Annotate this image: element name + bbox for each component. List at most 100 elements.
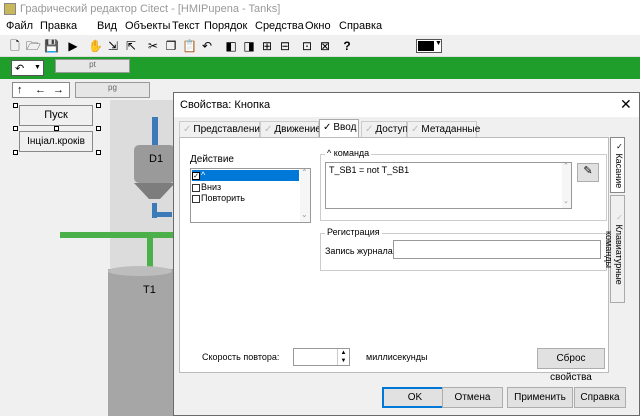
check-icon: ✓ xyxy=(365,124,374,135)
spin-down-icon[interactable]: ▼ xyxy=(338,357,349,365)
action-list-scrollbar[interactable]: ⌃ ⌄ xyxy=(300,168,310,222)
command-group: ^ команда T_SB1 = not T_SB1 ⌃ ⌄ ✎ xyxy=(320,148,607,221)
properties-dialog: Свойства: Кнопка ✕ ✓ Представление ✓ Движе… xyxy=(173,92,640,416)
align-icon[interactable]: ⊡ xyxy=(300,39,314,53)
wizard-button[interactable]: ✎ xyxy=(577,163,599,182)
group-icon[interactable]: ⊞ xyxy=(260,39,274,53)
menu-text[interactable]: Текст xyxy=(172,20,200,32)
page-bar: ↶ ▼ pt xyxy=(0,57,640,79)
reset-properties-button[interactable]: Сброс свойства xyxy=(537,348,605,383)
log-entry-input[interactable] xyxy=(393,240,601,259)
help-icon[interactable]: ? xyxy=(340,39,354,53)
toolbar: 🗋 🗁 💾 ▶ ✋ ⇲ ⇱ ✂ ❐ 📋 ↶ ◧ ◨ ⊞ ⊟ ⊡ ⊠ ? ▼ xyxy=(0,35,640,57)
menu-tools[interactable]: Средства xyxy=(255,20,304,32)
registration-group: Регистрация Запись журнала xyxy=(320,227,607,271)
tank-t1 xyxy=(108,266,173,416)
ok-button[interactable]: OK xyxy=(382,387,448,408)
menu-objects[interactable]: Объекты xyxy=(125,20,170,32)
log-entry-label: Запись журнала xyxy=(325,246,393,256)
menu-view[interactable]: Вид xyxy=(97,20,117,32)
repeat-rate-spinner[interactable]: ▲ ▼ xyxy=(337,349,349,365)
dialog-title-bar: Свойства: Кнопка ✕ xyxy=(174,93,639,117)
repeat-rate-label: Скорость повтора: xyxy=(202,352,280,362)
selection-handle[interactable] xyxy=(13,103,18,108)
start-button[interactable]: Пуск xyxy=(19,105,93,126)
checkbox[interactable] xyxy=(192,194,200,203)
color-swatch xyxy=(418,41,434,51)
cut-icon[interactable]: ✂ xyxy=(146,39,160,53)
pipe-joint xyxy=(152,212,172,217)
checkbox-checked[interactable]: ✓ xyxy=(192,171,200,180)
check-icon: ✓ xyxy=(411,124,420,135)
tab-movement[interactable]: ✓ Движение xyxy=(260,121,321,138)
menu-arrange[interactable]: Порядок xyxy=(204,20,247,32)
new-icon[interactable]: 🗋 xyxy=(8,39,22,53)
selection-handle[interactable] xyxy=(96,126,101,131)
cancel-button[interactable]: Отмена xyxy=(442,387,503,408)
side-tab-keyboard[interactable]: ✓ Клавиатурные команды xyxy=(604,195,625,303)
action-item-release[interactable]: Вниз xyxy=(192,182,221,192)
tank-t1-label: T1 xyxy=(143,284,156,296)
repeat-rate-input[interactable]: ▲ ▼ xyxy=(293,348,350,366)
save-icon[interactable]: 💾 xyxy=(44,39,59,53)
import-icon[interactable]: ⇲ xyxy=(106,39,120,53)
open-icon[interactable]: 🗁 xyxy=(26,39,41,53)
pipe-green-horizontal xyxy=(60,232,175,238)
tab-metadata[interactable]: ✓ Метаданные xyxy=(407,121,480,138)
command-scrollbar[interactable]: ⌃ ⌄ xyxy=(562,163,571,208)
init-steps-button[interactable]: Інціал.кроків xyxy=(19,131,93,152)
send-back-icon[interactable]: ◨ xyxy=(242,39,256,53)
dialog-title: Свойства: Кнопка xyxy=(180,99,271,111)
window-title: Графический редактор Citect - [HMIPupena… xyxy=(20,3,281,15)
action-list[interactable]: ✓ ^ Вниз Повторить ⌃ ⌄ xyxy=(190,168,311,223)
selection-handle[interactable] xyxy=(96,150,101,155)
scroll-down-icon[interactable]: ⌄ xyxy=(563,197,569,205)
registration-label: Регистрация xyxy=(325,227,382,237)
selection-handle[interactable] xyxy=(13,126,18,131)
undo-icon: ↶ xyxy=(15,63,25,75)
menu-help[interactable]: Справка xyxy=(339,20,382,32)
chevron-down-icon: ▼ xyxy=(435,40,442,47)
repeat-rate-unit: миллисекунды xyxy=(366,352,428,362)
ungroup-icon[interactable]: ⊟ xyxy=(278,39,292,53)
undo-icon[interactable]: ↶ xyxy=(200,39,214,53)
page-tab-pt[interactable]: pt xyxy=(55,59,130,73)
tab-access[interactable]: ✓ Доступ xyxy=(361,121,408,138)
check-icon: ✓ xyxy=(615,213,624,223)
selection-handle[interactable] xyxy=(13,150,18,155)
scroll-up-icon[interactable]: ⌃ xyxy=(301,168,308,177)
distribute-icon[interactable]: ⊠ xyxy=(318,39,332,53)
run-icon[interactable]: ▶ xyxy=(66,39,80,53)
action-item-repeat[interactable]: Повторить xyxy=(192,193,245,203)
check-icon: ✓ xyxy=(264,124,273,135)
bring-front-icon[interactable]: ◧ xyxy=(224,39,238,53)
menu-window[interactable]: Окно xyxy=(305,20,331,32)
export-icon[interactable]: ⇱ xyxy=(124,39,138,53)
hand-icon[interactable]: ✋ xyxy=(88,39,103,53)
checkbox[interactable] xyxy=(192,183,200,192)
action-item-press[interactable]: ✓ ^ xyxy=(192,170,299,181)
close-icon[interactable]: ✕ xyxy=(620,96,632,113)
apply-button[interactable]: Применить xyxy=(507,387,573,408)
tab-appearance[interactable]: ✓ Представление xyxy=(179,121,266,138)
copy-icon[interactable]: ❐ xyxy=(164,39,178,53)
menu-edit[interactable]: Правка xyxy=(40,20,77,32)
help-button[interactable]: Справка xyxy=(574,387,626,408)
selection-handle[interactable] xyxy=(54,126,59,131)
input-tab-panel: Действие ✓ ^ Вниз Повторить ⌃ ⌄ ^ команда… xyxy=(179,137,609,383)
scroll-down-icon[interactable]: ⌄ xyxy=(301,210,308,219)
command-label: ^ команда xyxy=(325,148,372,158)
color-picker[interactable]: ▼ xyxy=(416,39,442,53)
paste-icon[interactable]: 📋 xyxy=(182,39,197,53)
spin-up-icon[interactable]: ▲ xyxy=(338,349,349,357)
undo-dropdown[interactable]: ↶ ▼ xyxy=(11,60,44,76)
app-icon xyxy=(4,3,16,15)
side-tab-touch[interactable]: ✓ Касание xyxy=(610,137,625,193)
selection-handle[interactable] xyxy=(96,103,101,108)
scroll-up-icon[interactable]: ⌃ xyxy=(563,162,569,170)
action-label: Действие xyxy=(190,154,234,165)
command-textarea[interactable]: T_SB1 = not T_SB1 ⌃ ⌄ xyxy=(325,162,572,209)
menu-file[interactable]: Файл xyxy=(6,20,33,32)
tab-input[interactable]: ✓ Ввод xyxy=(319,119,359,138)
tank-d1-label: D1 xyxy=(149,153,164,165)
